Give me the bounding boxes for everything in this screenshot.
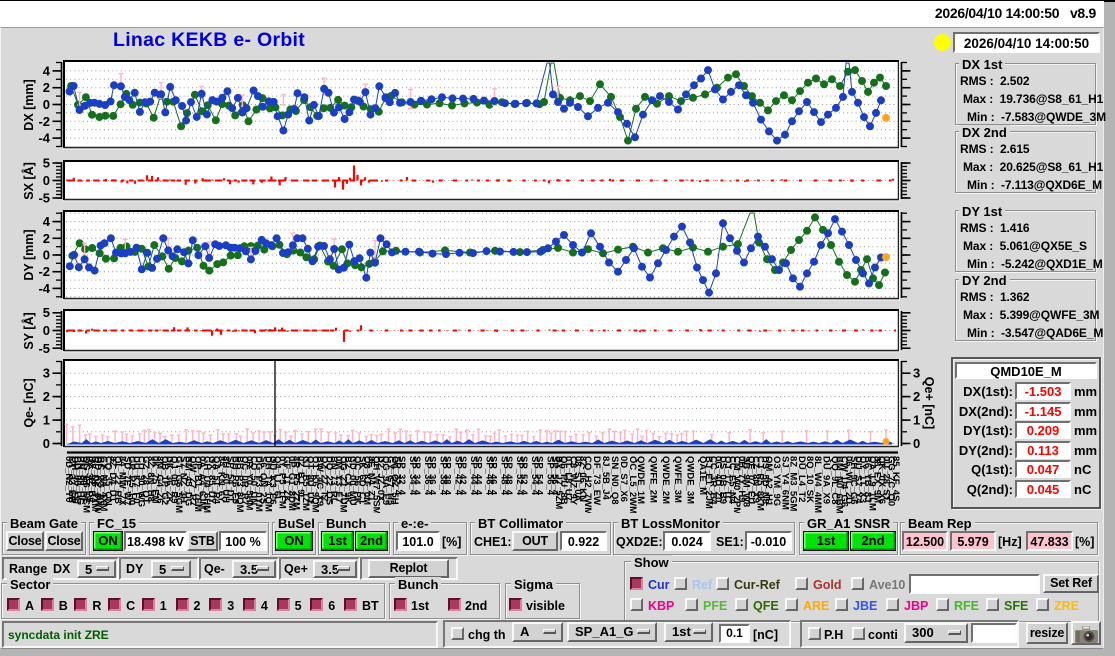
svg-text:-4: -4 — [38, 281, 50, 296]
svg-text:-2: -2 — [38, 264, 50, 279]
svg-text:QWDE_2M: QWDE_2M — [660, 456, 671, 504]
svg-text:QWDE_3M: QWDE_3M — [685, 456, 696, 504]
svg-text:2: 2 — [43, 231, 50, 246]
svg-text:2: 2 — [43, 80, 50, 95]
svg-text:0: 0 — [43, 248, 50, 263]
svg-text:-4: -4 — [38, 131, 50, 146]
svg-text:SP_46_4: SP_46_4 — [488, 456, 499, 496]
svg-text:-5: -5 — [38, 341, 50, 356]
svg-text:SP_44_4: SP_44_4 — [472, 456, 483, 496]
svg-text:0: 0 — [913, 436, 920, 451]
svg-text:SP_54_4: SP_54_4 — [534, 456, 545, 496]
svg-text:SP_38_4: SP_38_4 — [442, 456, 453, 496]
svg-text:0: 0 — [43, 97, 50, 112]
svg-text:4: 4 — [43, 214, 51, 229]
svg-text:QWFE_3M: QWFE_3M — [672, 456, 683, 503]
svg-text:SP_42_4: SP_42_4 — [457, 456, 468, 496]
svg-text:2: 2 — [43, 389, 50, 404]
svg-text:0: 0 — [43, 436, 50, 451]
svg-text:0: 0 — [43, 173, 50, 188]
svg-text:-5: -5 — [38, 191, 50, 206]
svg-text:0: 0 — [43, 323, 50, 338]
svg-text:DY [mm]: DY [mm] — [22, 229, 36, 280]
svg-text:SP_32_4: SP_32_4 — [396, 456, 407, 496]
svg-text:QWFE_2M: QWFE_2M — [647, 456, 658, 503]
svg-text:SP_36_4: SP_36_4 — [426, 456, 437, 496]
svg-text:SP_34_4: SP_34_4 — [411, 456, 422, 496]
svg-text:5: 5 — [43, 156, 50, 171]
svg-text:Qe- [nC]: Qe- [nC] — [22, 378, 36, 427]
svg-text:DX [mm]: DX [mm] — [22, 79, 36, 130]
svg-text:1: 1 — [913, 413, 920, 428]
svg-text:Qe+ [nC]: Qe+ [nC] — [922, 377, 935, 429]
svg-text:5: 5 — [43, 305, 50, 320]
svg-text:-2: -2 — [38, 114, 50, 129]
svg-text:4: 4 — [43, 63, 51, 78]
svg-text:1: 1 — [43, 413, 50, 428]
svg-text:3: 3 — [913, 366, 920, 381]
svg-text:3: 3 — [43, 366, 50, 381]
svg-text:SX [Å]: SX [Å] — [21, 162, 36, 200]
svg-text:QWDE_1M: QWDE_1M — [635, 456, 646, 504]
svg-text:SP_48_4: SP_48_4 — [503, 456, 514, 496]
svg-text:2: 2 — [913, 389, 920, 404]
svg-text:SY [Å]: SY [Å] — [21, 312, 36, 349]
svg-text:85_KF_4S: 85_KF_4S — [890, 456, 901, 501]
svg-text:SP_52_4: SP_52_4 — [518, 456, 529, 496]
